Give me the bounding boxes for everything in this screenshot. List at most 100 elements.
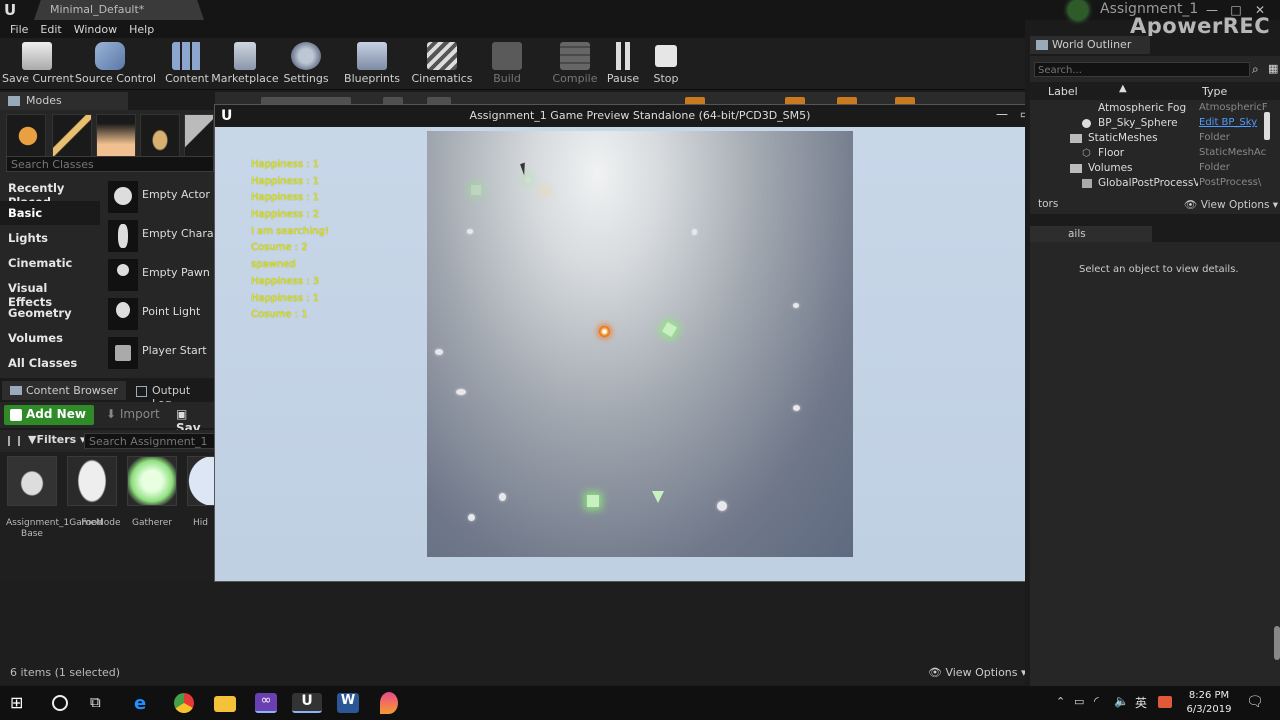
menu-help[interactable]: Help [129,23,154,36]
search-classes-field[interactable] [6,156,214,172]
category-geometry[interactable]: Geometry [0,301,100,325]
outliner-row[interactable]: ⬡ Floor StaticMeshAc [1030,147,1280,162]
menu-window[interactable]: Window [74,23,117,36]
visual-studio-icon[interactable]: ∞ [255,693,277,713]
source-control-button[interactable]: Source Control [75,38,156,90]
asset-gamemode[interactable]: Assignment_1GameMode Base [6,456,121,540]
game-preview-titlebar[interactable]: U Assignment_1 Game Preview Standalone (… [215,105,1065,127]
outliner-row[interactable]: GlobalPostProcessVo PostProcess\ [1030,177,1280,192]
world-outliner-tab-label: World Outliner [1052,38,1132,51]
unreal-engine-taskbar-icon[interactable]: U [292,693,322,713]
asset-search-input[interactable] [85,434,214,448]
outliner-options-icon[interactable]: ▦ [1268,62,1278,75]
outliner-row[interactable]: BP_Sky_Sphere Edit BP_Sky [1030,117,1280,132]
outliner-scrollbar[interactable] [1264,112,1270,140]
import-button[interactable]: ⬇ Import [106,407,160,421]
wifi-icon[interactable]: ◜ [1094,694,1099,708]
build-button[interactable]: Build [472,38,542,90]
col-label[interactable]: Label [1048,85,1078,98]
category-volumes[interactable]: Volumes [0,326,100,350]
minimize-icon[interactable]: — [992,107,1012,121]
folder-icon [1070,134,1082,143]
file-explorer-icon[interactable] [214,696,236,712]
action-center-icon[interactable]: 🗨 [1246,694,1264,710]
col-type[interactable]: Type [1202,85,1227,98]
category-cinematic[interactable]: Cinematic [0,251,100,275]
asset-label: Food [81,518,103,528]
sphere-icon [1082,119,1091,128]
outliner-view-options-button[interactable]: 👁 View Options ▾ [1184,198,1278,211]
outliner-search-input[interactable] [1035,64,1249,77]
windows-start-icon[interactable]: ⊞ [10,693,32,713]
category-visual-effects[interactable]: Visual Effects [0,276,100,309]
foliage-mode-icon[interactable] [140,114,180,158]
save-current-button[interactable]: Save Current [2,38,74,90]
details-scrollbar[interactable] [1274,626,1280,660]
marketplace-button[interactable]: Marketplace [210,38,280,90]
asset-search-field[interactable] [84,433,215,449]
game-viewport[interactable]: Happiness : 1 Happiness : 1 Happiness : … [215,127,1065,581]
show-hidden-icons[interactable]: ⌃ [1056,695,1065,708]
geometry-mode-icon[interactable] [184,114,214,158]
stop-button[interactable]: Stop [631,38,701,90]
asset-gatherer[interactable]: Gatherer [126,456,178,529]
ime-indicator[interactable]: 英 [1135,694,1147,711]
food-icon [67,456,117,506]
gatherer-agent [525,177,531,183]
category-basic[interactable]: Basic [0,201,100,225]
sort-ascending-icon: ▲ [1119,83,1127,94]
tab-content-browser[interactable]: Content Browser [2,381,126,400]
menu-file[interactable]: File [10,23,28,36]
search-classes-input[interactable] [7,157,213,171]
menu-edit[interactable]: Edit [40,23,61,36]
tab-output-log[interactable]: Output Log [128,381,214,410]
settings-button[interactable]: Settings [271,38,341,90]
paint-mode-icon[interactable] [52,114,92,158]
blueprints-button[interactable]: Blueprints [337,38,407,90]
place-mode-icon[interactable] [6,114,46,158]
category-recently-placed[interactable]: Recently Placed [0,176,100,209]
outliner-folder-row[interactable]: Volumes Folder [1030,162,1280,177]
outliner-folder-row[interactable]: StaticMeshes Folder [1030,132,1280,147]
apowerrec-icon[interactable] [380,692,398,714]
details-tab-label: ails [1068,228,1086,240]
place-item-empty-character[interactable]: Empty Charact [106,218,224,254]
details-tab[interactable]: ails [1030,226,1152,242]
search-icon[interactable]: ⌕ [1252,62,1259,77]
category-all-classes[interactable]: All Classes [0,351,100,375]
filters-button[interactable]: ▼Filters ▾ [28,433,86,446]
volume-icon[interactable]: 🔈 [1114,694,1129,708]
outliner-row[interactable]: Atmospheric Fog AtmosphericF [1030,102,1280,117]
sources-panel-icon[interactable] [8,436,20,446]
row-type: AtmosphericF [1199,102,1268,113]
unreal-logo-icon[interactable]: U [4,1,22,19]
add-new-button[interactable]: Add New [4,405,94,425]
outliner-icon [1036,40,1048,50]
gatherer-agent [541,187,549,195]
category-lights[interactable]: Lights [0,226,100,250]
asset-hid[interactable]: Hid [186,456,215,529]
cinematics-button[interactable]: Cinematics [407,38,477,90]
word-icon[interactable]: W [337,693,359,713]
asset-grid: Assignment_1GameMode Base Food Gatherer … [0,452,215,592]
place-item-empty-pawn[interactable]: Empty Pawn [106,257,216,293]
network-icon[interactable]: ▭ [1074,695,1084,708]
landscape-mode-icon[interactable] [96,114,136,158]
document-tab[interactable]: Minimal_Default* [34,0,204,20]
outliner-search-field[interactable] [1034,62,1250,77]
cortana-search-icon[interactable] [52,695,68,711]
edge-browser-icon[interactable]: e [134,693,156,714]
edit-blueprint-link[interactable]: Edit BP_Sky [1199,117,1274,128]
place-item-empty-actor[interactable]: Empty Actor [106,179,216,215]
game-preview-window[interactable]: U Assignment_1 Game Preview Standalone (… [214,104,1066,582]
place-item-player-start[interactable]: Player Start [106,335,216,371]
system-clock[interactable]: 8:26 PM 6/3/2019 [1184,689,1234,717]
task-view-icon[interactable]: ⧉ [90,693,112,713]
asset-food[interactable]: Food [66,456,118,529]
place-item-point-light[interactable]: Point Light [106,296,216,332]
modes-tab[interactable]: Modes [0,92,128,110]
notification-app-icon[interactable] [1158,696,1172,708]
world-outliner-tab[interactable]: World Outliner [1030,36,1150,54]
view-options-button[interactable]: 👁 View Options ▾ [928,666,1027,679]
chrome-icon[interactable] [174,693,194,713]
